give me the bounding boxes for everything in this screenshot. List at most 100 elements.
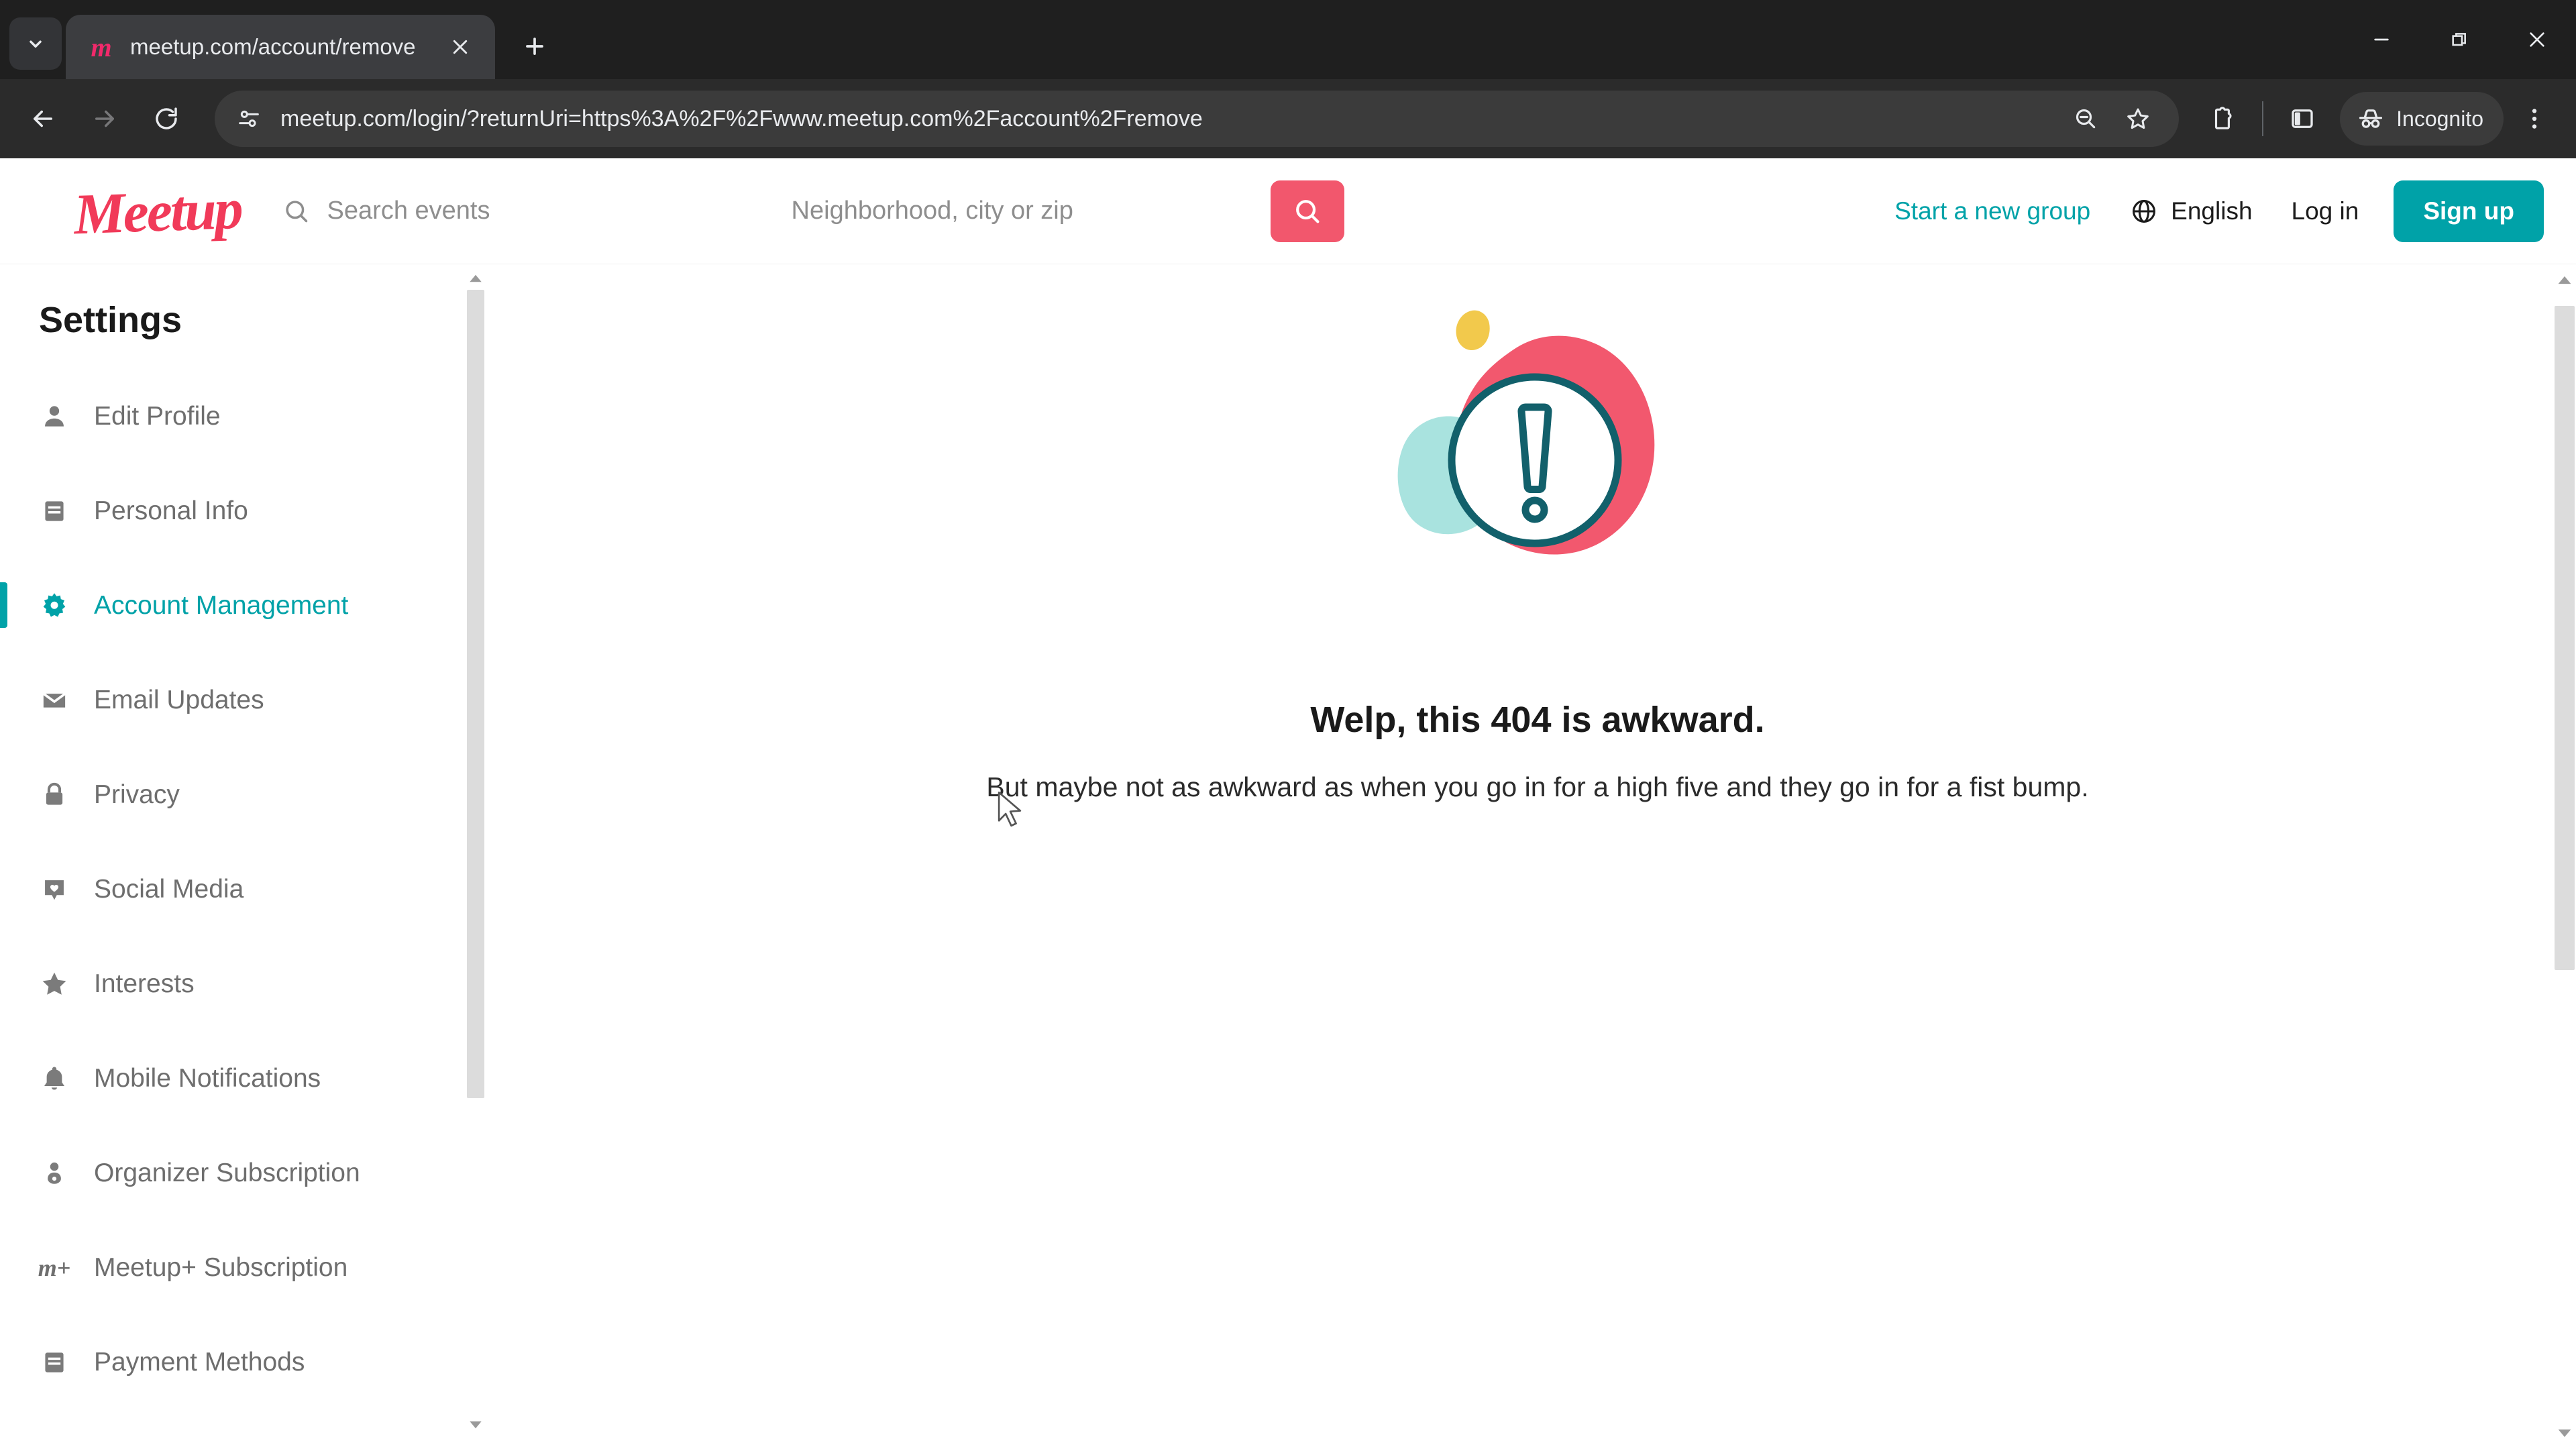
envelope-icon (39, 685, 70, 716)
sidebar-scroll-thumb[interactable] (467, 290, 484, 1098)
tune-settings-icon[interactable] (235, 105, 263, 133)
reload-icon (156, 107, 177, 129)
sidebar-scroll-track[interactable] (467, 290, 484, 1417)
sidebar-item-edit-profile[interactable]: Edit Profile (0, 369, 499, 464)
sidebar-scrollbar[interactable] (467, 264, 484, 1448)
signup-button[interactable]: Sign up (2394, 180, 2544, 242)
chevron-down-icon (30, 40, 42, 48)
error-exclamation-illustration (1397, 310, 1655, 555)
gear-icon (39, 590, 70, 621)
restore-window-button[interactable] (2420, 0, 2498, 79)
search-location-field[interactable] (791, 181, 1261, 241)
page-scrollbar[interactable] (2553, 264, 2576, 1448)
person-gear-icon (39, 1158, 70, 1189)
search-events-field[interactable] (282, 181, 792, 241)
error-subtitle: But maybe not as awkward as when you go … (986, 771, 2089, 802)
sidebar-item-label: Organizer Subscription (94, 1158, 360, 1187)
sidebar-item-interests[interactable]: Interests (0, 936, 499, 1031)
search-events-input[interactable] (327, 197, 792, 225)
globe-icon (2133, 199, 2156, 223)
sidebar-item-label: Email Updates (94, 685, 264, 714)
back-button[interactable] (15, 91, 71, 147)
bookmark-star-icon[interactable] (2113, 94, 2163, 144)
meetup-plus-icon: m+ (38, 1254, 71, 1281)
address-bar[interactable]: meetup.com/login/?returnUri=https%3A%2F%… (215, 91, 2180, 147)
tab-strip: m meetup.com/account/remove (0, 0, 2576, 79)
sidebar-item-email-updates[interactable]: Email Updates (0, 653, 499, 747)
search-submit-button[interactable] (1270, 180, 1344, 242)
toolbar-separator (2262, 101, 2264, 136)
search-icon (285, 200, 307, 222)
card-info-icon (39, 1347, 70, 1378)
page-scroll-down-button[interactable] (2553, 1421, 2576, 1444)
close-window-button[interactable] (2498, 0, 2576, 79)
language-label: English (2171, 197, 2253, 225)
new-tab-button[interactable] (510, 21, 559, 71)
extensions-button[interactable] (2196, 92, 2250, 146)
incognito-hat-icon (2359, 109, 2383, 128)
sidebar-item-label: Interests (94, 969, 195, 998)
scroll-up-arrow-icon (470, 274, 482, 282)
sidebar-item-label: Social Media (94, 874, 244, 904)
arrow-right-icon (95, 110, 114, 127)
sidebar-scroll-down-button[interactable] (467, 1416, 484, 1434)
lock-icon (39, 780, 70, 810)
forward-button[interactable] (76, 91, 133, 147)
language-selector[interactable]: English (2110, 197, 2271, 226)
address-bar-url: meetup.com/login/?returnUri=https%3A%2F%… (280, 105, 1203, 131)
extensions-puzzle-icon (2215, 107, 2232, 129)
incognito-label: Incognito (2396, 106, 2483, 131)
settings-sidebar: Settings Edit Profile Personal Info Acco… (0, 264, 499, 1448)
browser-toolbar: meetup.com/login/?returnUri=https%3A%2F%… (0, 79, 2576, 158)
sidebar-item-social-media[interactable]: Social Media (0, 842, 499, 936)
sidebar-item-personal-info[interactable]: Personal Info (0, 464, 499, 558)
page-scroll-up-button[interactable] (2553, 268, 2576, 291)
page-title: Settings (39, 300, 182, 340)
incognito-indicator[interactable]: Incognito (2340, 92, 2504, 146)
error-title: Welp, this 404 is awkward. (1310, 700, 1765, 740)
sidebar-item-label: Edit Profile (94, 401, 221, 431)
heart-badge-icon (39, 874, 70, 905)
sidebar-item-label: Personal Info (94, 496, 248, 525)
sidebar-item-organizer-subscription[interactable]: Organizer Subscription (0, 1126, 499, 1220)
sidebar-item-label: Meetup+ Subscription (94, 1252, 348, 1282)
browser-menu-button[interactable] (2508, 92, 2561, 146)
minimize-window-button[interactable] (2343, 0, 2420, 79)
browser-tab[interactable]: m meetup.com/account/remove (66, 15, 495, 79)
meetup-m-icon: m (91, 32, 111, 62)
page-body: Settings Edit Profile Personal Info Acco… (0, 264, 2576, 1448)
sidebar-scroll-up-button[interactable] (467, 270, 484, 287)
meetup-site-header: Meetup Search events Neighborhood, city … (0, 158, 2576, 264)
zoom-out-icon[interactable] (2061, 94, 2110, 144)
start-new-group-link[interactable]: Start a new group (1874, 197, 2110, 225)
browser-window: m meetup.com/account/remove meetup.com/l… (0, 0, 2576, 1449)
plus-icon (526, 38, 543, 55)
scroll-down-arrow-icon (470, 1421, 482, 1429)
sidebar-item-label: Payment Methods (94, 1347, 305, 1377)
web-page: Meetup Search events Neighborhood, city … (0, 158, 2576, 1449)
tab-search-button[interactable] (9, 17, 62, 70)
minimize-icon (2374, 38, 2389, 41)
sidebar-item-label: Privacy (94, 780, 180, 809)
search-location-input[interactable] (791, 197, 1261, 225)
toolbar-right-actions: Incognito (2196, 92, 2561, 146)
settings-nav-list: Edit Profile Personal Info Account Manag… (0, 369, 499, 1409)
window-controls (2343, 0, 2576, 79)
sidebar-item-account-management[interactable]: Account Management (0, 558, 499, 653)
person-icon (39, 401, 70, 432)
sidebar-item-payment-methods[interactable]: Payment Methods (0, 1315, 499, 1409)
side-panel-button[interactable] (2275, 92, 2329, 146)
tab-close-button[interactable] (443, 30, 478, 64)
meetup-logo[interactable]: Meetup (72, 174, 242, 248)
sidebar-item-mobile-notifications[interactable]: Mobile Notifications (0, 1031, 499, 1126)
login-link[interactable]: Log in (2271, 197, 2379, 225)
main-content: Welp, this 404 is awkward. But maybe not… (499, 264, 2576, 1448)
sidebar-item-label: Mobile Notifications (94, 1063, 321, 1093)
page-scroll-thumb[interactable] (2555, 306, 2575, 970)
card-info-icon (39, 496, 70, 527)
reload-button[interactable] (138, 91, 195, 147)
header-search-group (282, 180, 1344, 242)
sidebar-item-privacy[interactable]: Privacy (0, 747, 499, 842)
sidebar-item-meetup-plus-subscription[interactable]: m+ Meetup+ Subscription (0, 1220, 499, 1315)
restore-icon (2452, 33, 2466, 46)
